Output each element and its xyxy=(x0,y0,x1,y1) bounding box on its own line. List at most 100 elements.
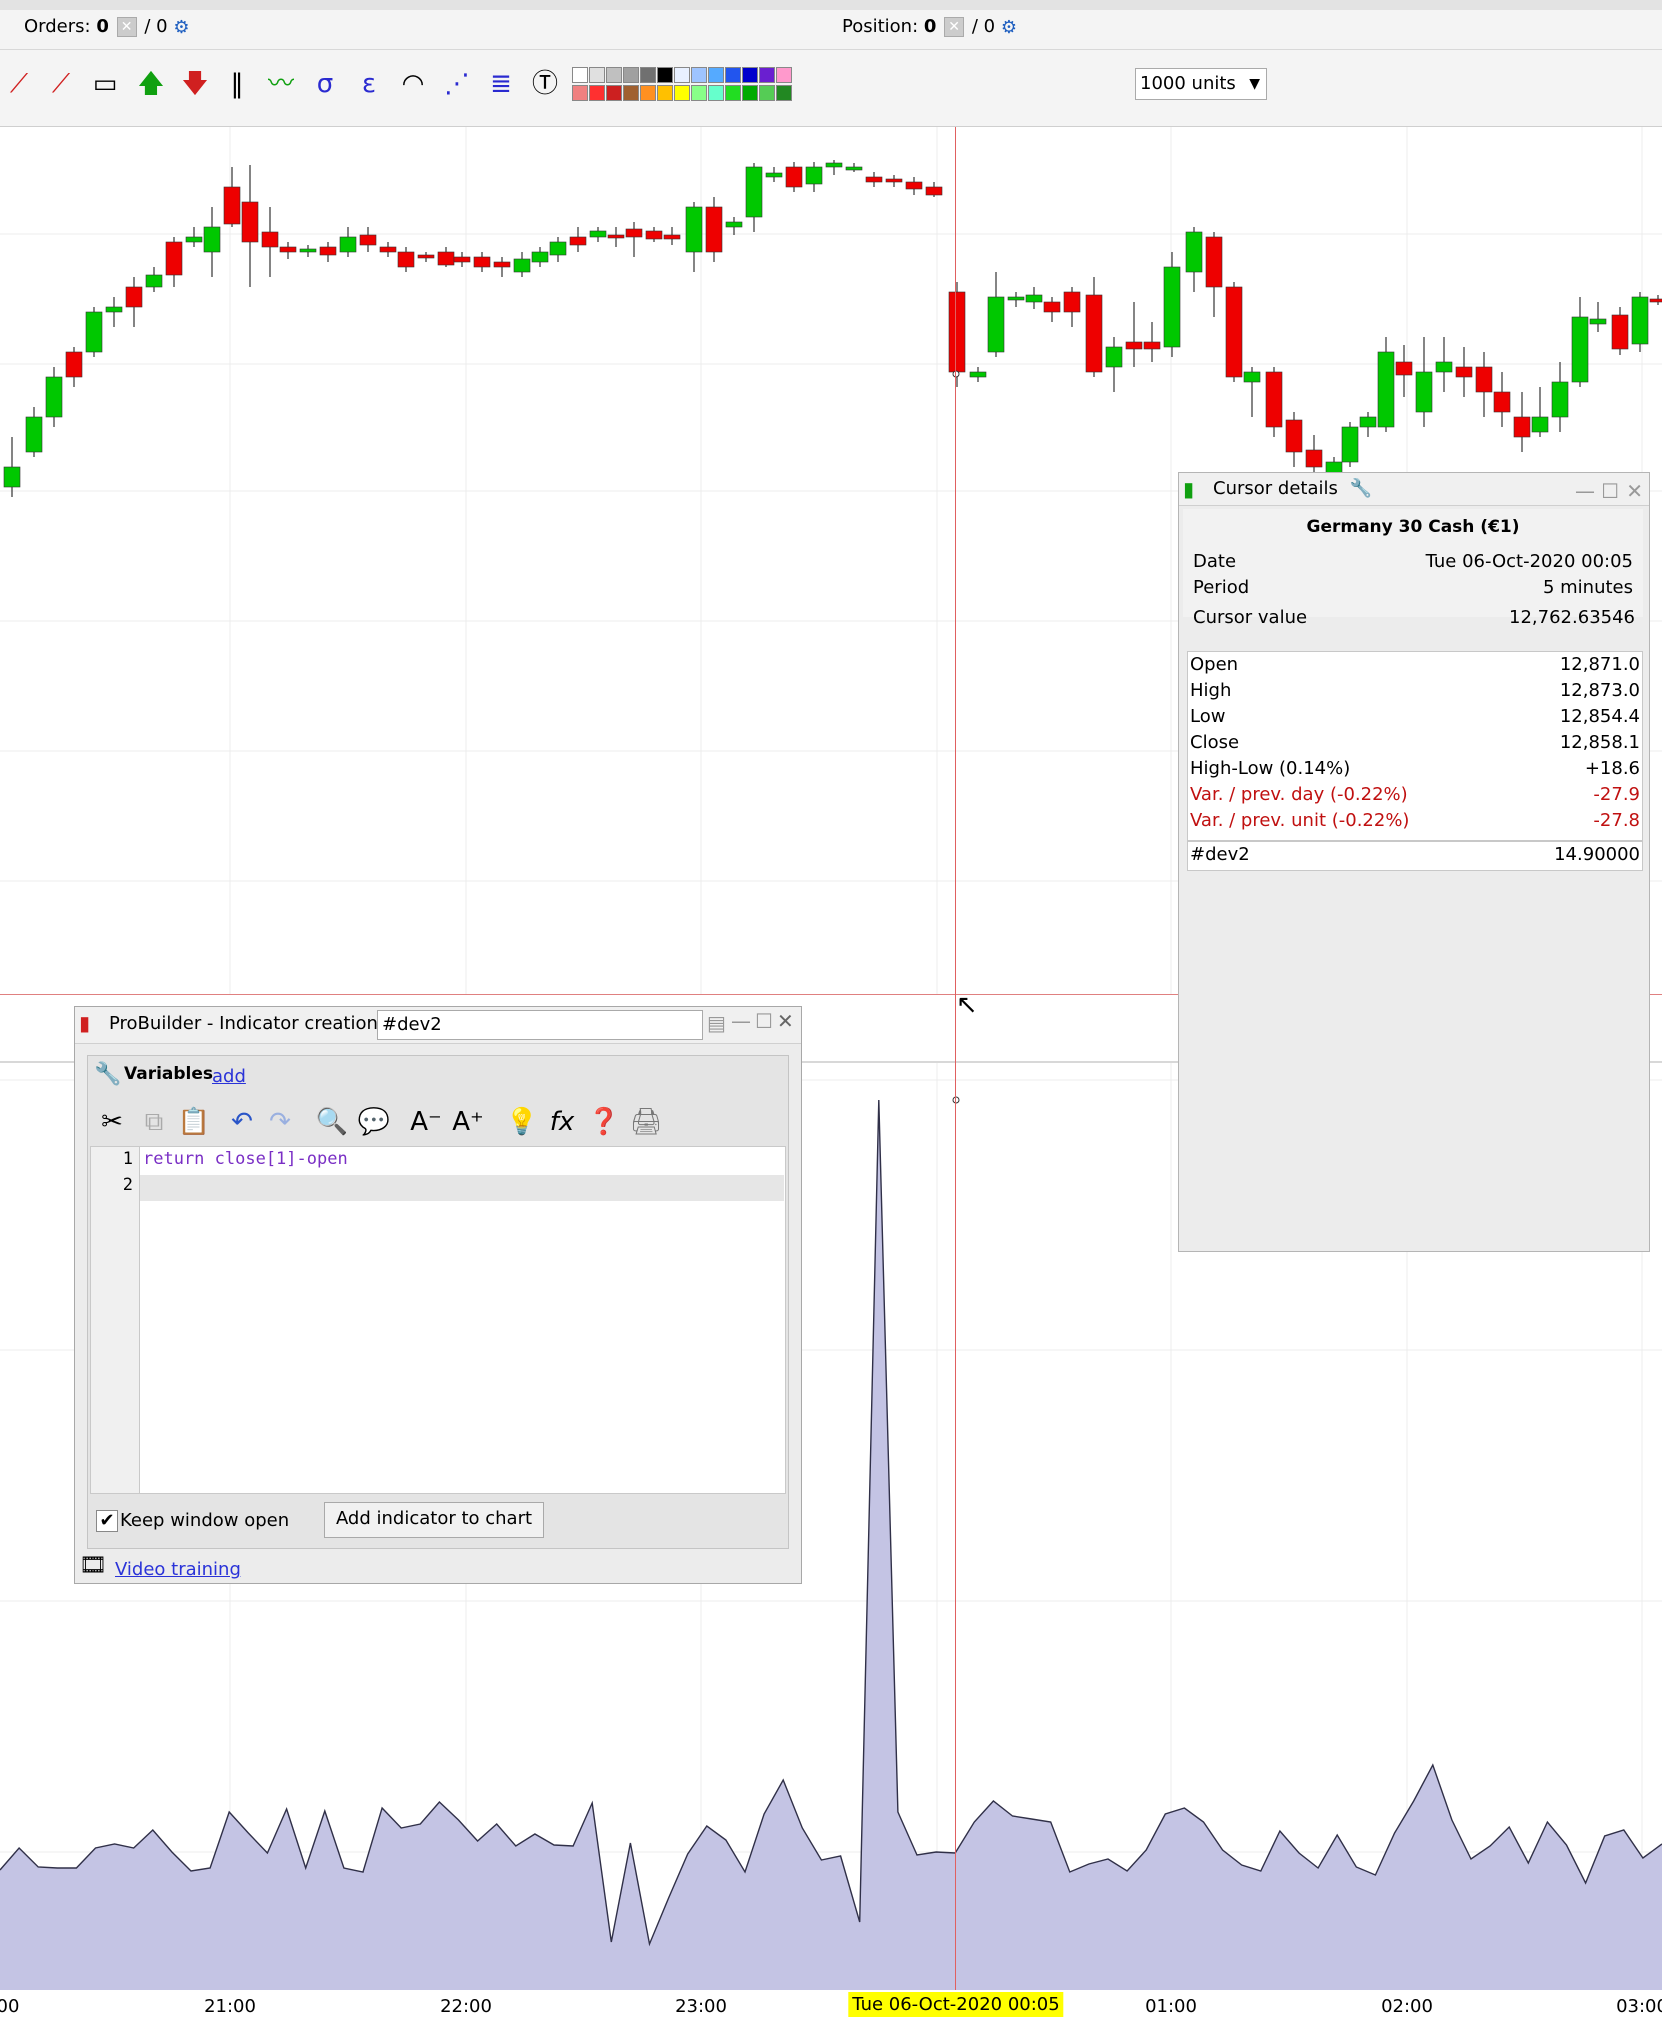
copy-icon[interactable]: ⧉ xyxy=(136,1104,172,1140)
sigma-channel-icon[interactable]: σ xyxy=(306,65,344,103)
current-line-highlight xyxy=(140,1175,784,1201)
sell-arrow-icon[interactable]: 🡇 xyxy=(176,65,214,103)
color-swatch[interactable] xyxy=(572,85,588,101)
print-icon[interactable]: 🖨 xyxy=(628,1104,664,1140)
color-swatch[interactable] xyxy=(725,85,741,101)
position-settings-gear-icon[interactable]: ⚙ xyxy=(1001,17,1017,38)
color-swatch[interactable] xyxy=(623,85,639,101)
maximize-icon[interactable]: ☐ xyxy=(1601,475,1619,507)
color-swatch[interactable] xyxy=(674,85,690,101)
line-tool-icon[interactable]: ⟋ xyxy=(0,65,38,103)
color-swatch[interactable] xyxy=(623,67,639,83)
color-swatch[interactable] xyxy=(640,85,656,101)
candle-body xyxy=(1205,236,1223,288)
close-position-icon[interactable]: ✕ xyxy=(944,17,965,37)
function-icon[interactable]: fx xyxy=(544,1104,580,1140)
close-icon[interactable]: ✕ xyxy=(1626,475,1643,507)
cursor-details-titlebar[interactable]: ▮ Cursor details 🔧 — ☐ ✕ xyxy=(1179,473,1649,506)
minimize-icon[interactable]: — xyxy=(731,1009,751,1033)
color-swatch[interactable] xyxy=(725,67,741,83)
color-swatch[interactable] xyxy=(606,85,622,101)
color-swatch[interactable] xyxy=(776,85,792,101)
candle-body xyxy=(1225,286,1243,378)
text-icon[interactable]: Ⓣ xyxy=(526,65,564,103)
candle-body xyxy=(625,228,643,238)
indicator-label: #dev2 xyxy=(1190,844,1250,865)
color-swatch[interactable] xyxy=(691,67,707,83)
color-swatch[interactable] xyxy=(708,85,724,101)
code-editor[interactable]: 1 2 return close[1]-open xyxy=(90,1146,786,1494)
cancel-orders-icon[interactable]: ✕ xyxy=(116,17,137,37)
candlestick-icon: ▮ xyxy=(79,1011,91,1035)
indicator-value: 14.90000 xyxy=(1554,844,1640,865)
period-label: Period xyxy=(1193,577,1250,598)
gann-fan-icon[interactable]: ⋰ xyxy=(438,65,476,103)
candle-body xyxy=(145,274,163,288)
channel-tool-icon[interactable]: ⟋ xyxy=(42,65,80,103)
buy-arrow-icon[interactable]: 🡅 xyxy=(132,65,170,103)
editor-toolbar: ✂ ⧉ 📋 ↶ ↷ 🔍 💬 A⁻ A⁺ 💡 fx ❓ 🖨 xyxy=(90,1100,784,1144)
comment-icon[interactable]: 💬 xyxy=(356,1104,392,1140)
code-line[interactable]: return close[1]-open xyxy=(143,1149,348,1169)
cursor-value: 12,762.63546 xyxy=(1509,607,1635,628)
close-icon[interactable]: ✕ xyxy=(777,1009,794,1033)
units-select[interactable]: 1000 units ▼ xyxy=(1135,68,1267,100)
orders-settings-gear-icon[interactable]: ⚙ xyxy=(173,17,189,38)
open-value: 12,871.0 xyxy=(1559,654,1640,675)
keep-open-label: Keep window open xyxy=(120,1510,290,1531)
color-swatch[interactable] xyxy=(657,67,673,83)
orders-info: Orders: 0 ✕ / 0 ⚙ xyxy=(24,16,189,38)
axis-tick: 01:00 xyxy=(1145,1996,1197,2017)
candle-body xyxy=(1085,294,1103,373)
probuilder-titlebar[interactable]: ▮ ProBuilder - Indicator creation - #dev… xyxy=(75,1007,801,1044)
color-swatch[interactable] xyxy=(742,85,758,101)
minimize-icon[interactable]: — xyxy=(1575,475,1595,507)
candle-body xyxy=(1415,371,1433,413)
color-swatch[interactable] xyxy=(759,85,775,101)
color-swatch[interactable] xyxy=(589,67,605,83)
paste-icon[interactable]: 📋 xyxy=(176,1104,212,1140)
color-swatch[interactable] xyxy=(742,67,758,83)
increase-font-icon[interactable]: A⁺ xyxy=(450,1104,486,1140)
undo-icon[interactable]: ↶ xyxy=(224,1104,260,1140)
candle-body xyxy=(987,296,1005,353)
decrease-font-icon[interactable]: A⁻ xyxy=(408,1104,444,1140)
fibonacci-icon[interactable]: ≣ xyxy=(482,65,520,103)
candle-body xyxy=(397,251,415,268)
help-icon[interactable]: ❓ xyxy=(586,1104,622,1140)
docs-icon[interactable]: ▤ xyxy=(707,1011,726,1035)
color-swatch[interactable] xyxy=(640,67,656,83)
keep-open-checkbox[interactable]: ✔ xyxy=(96,1510,118,1532)
fan-icon[interactable]: ◠ xyxy=(394,65,432,103)
add-indicator-button[interactable]: Add indicator to chart xyxy=(324,1502,544,1538)
color-swatch[interactable] xyxy=(572,67,588,83)
color-swatch[interactable] xyxy=(606,67,622,83)
indicator-name-field[interactable]: #dev2 xyxy=(377,1010,703,1040)
color-swatch[interactable] xyxy=(759,67,775,83)
close-value: 12,858.1 xyxy=(1559,732,1640,753)
epsilon-channel-icon[interactable]: ε xyxy=(350,65,388,103)
period-row: Period 5 minutes xyxy=(1193,577,1633,603)
redo-icon[interactable]: ↷ xyxy=(262,1104,298,1140)
candle-body xyxy=(319,246,337,256)
color-swatch[interactable] xyxy=(674,67,690,83)
color-swatch[interactable] xyxy=(657,85,673,101)
zigzag-icon[interactable]: 〰 xyxy=(262,65,300,103)
maximize-icon[interactable]: ☐ xyxy=(755,1009,773,1033)
color-swatch[interactable] xyxy=(708,67,724,83)
candle-body xyxy=(473,256,491,268)
video-training-link[interactable]: Video training xyxy=(115,1559,241,1580)
candle-body xyxy=(865,176,883,183)
search-icon[interactable]: 🔍 xyxy=(314,1104,350,1140)
vertical-lines-icon[interactable]: ‖ xyxy=(218,65,256,103)
color-swatch[interactable] xyxy=(589,85,605,101)
rectangle-delete-icon[interactable]: ▭ xyxy=(86,65,124,103)
add-variable-link[interactable]: add xyxy=(212,1066,246,1087)
color-swatch[interactable] xyxy=(776,67,792,83)
lightbulb-icon[interactable]: 💡 xyxy=(504,1104,540,1140)
candle-body xyxy=(1143,341,1161,350)
high-row: High 12,873.0 xyxy=(1190,680,1640,706)
wrench-icon[interactable]: 🔧 xyxy=(1350,478,1372,499)
cut-icon[interactable]: ✂ xyxy=(94,1104,130,1140)
color-swatch[interactable] xyxy=(691,85,707,101)
